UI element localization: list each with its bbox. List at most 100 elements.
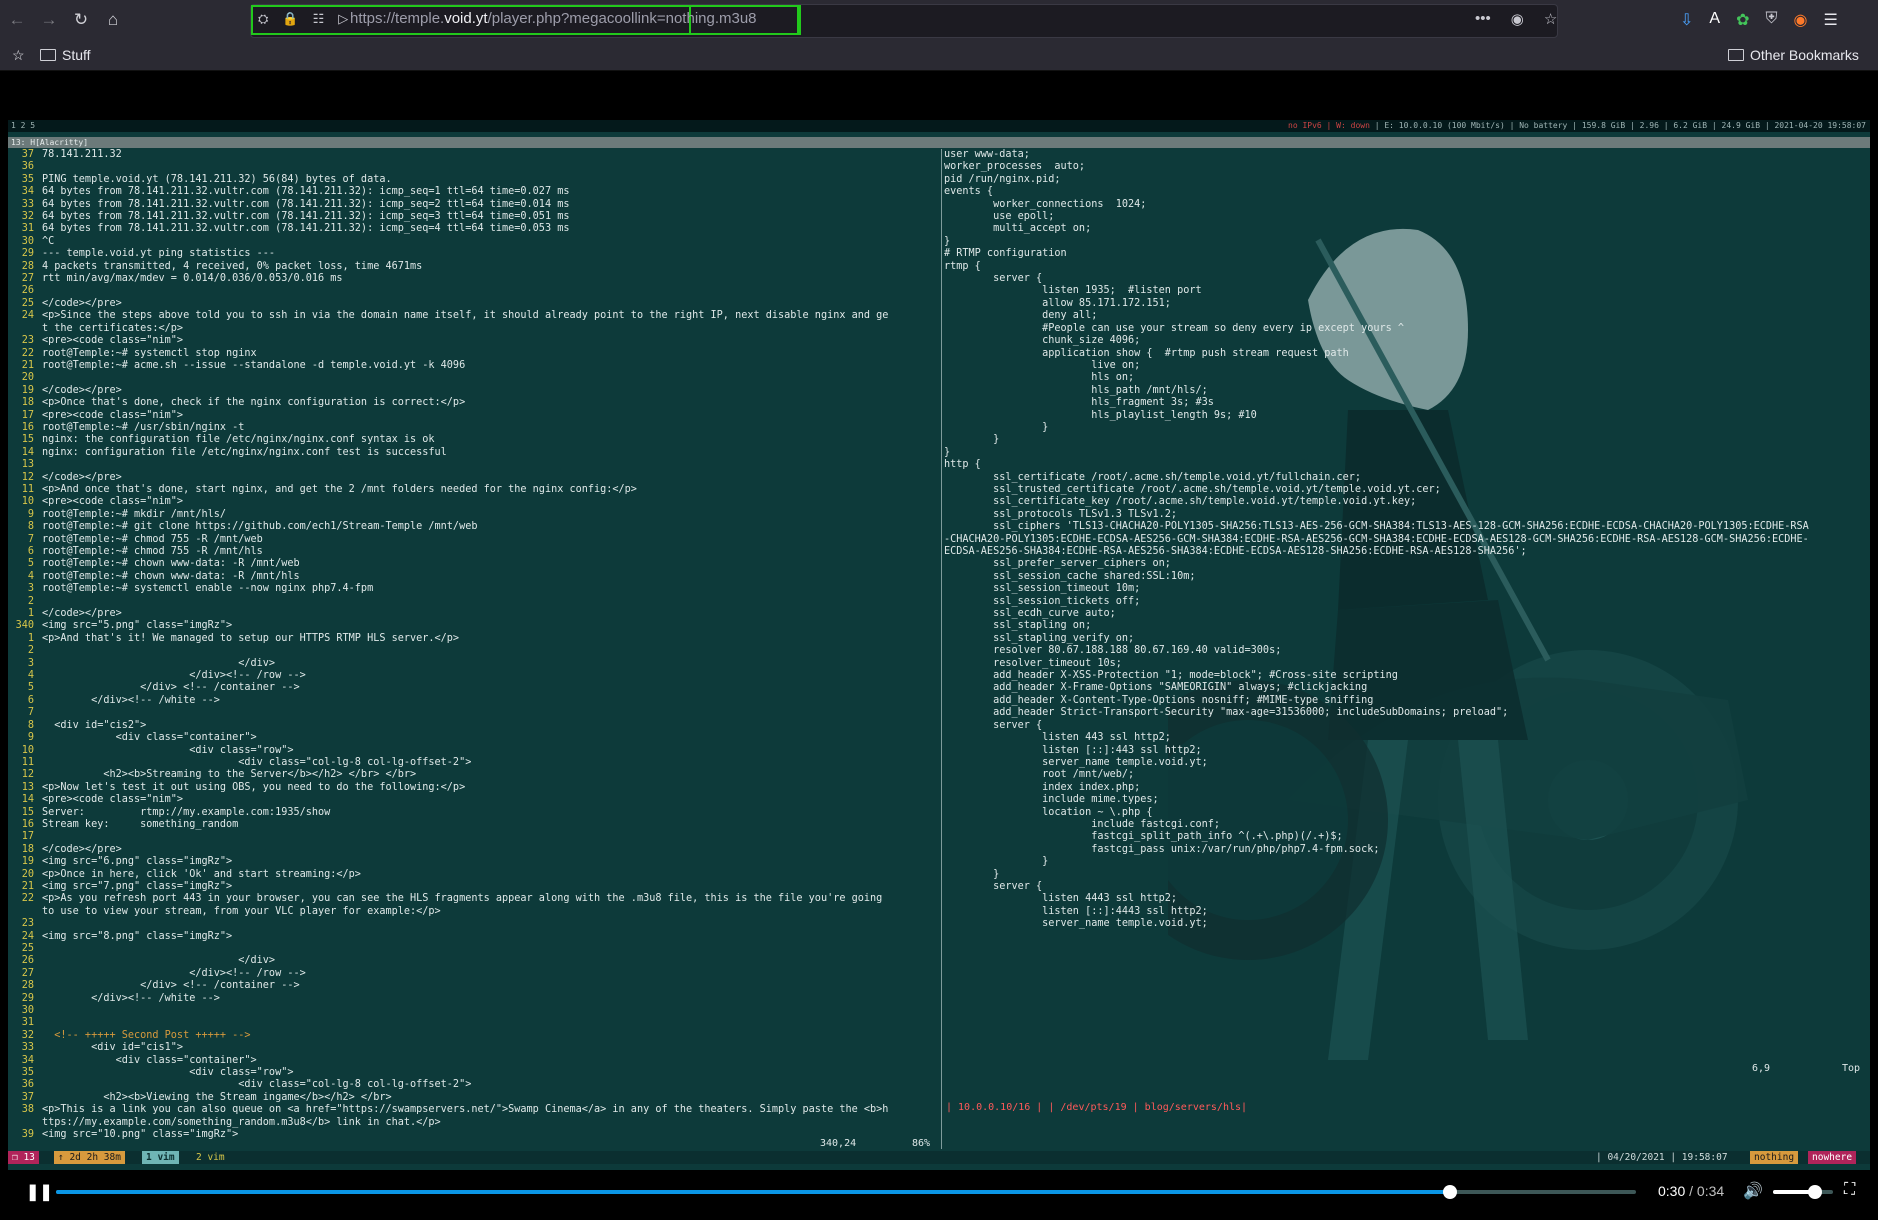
vim-right-pane[interactable]: user www-data; worker_processes auto; pid …: [944, 149, 1870, 1149]
line-number: 18: [21, 843, 34, 855]
line-number: 30: [21, 235, 34, 247]
firefox-extension-icon[interactable]: ◉: [1794, 10, 1808, 30]
editor-line: t the certificates:</p>: [8, 323, 940, 335]
workspace-list[interactable]: 1 2 5: [11, 120, 35, 132]
editor-line: 39 <img src="10.png" class="imgRz">: [8, 1129, 940, 1141]
bookmark-star-icon[interactable]: ☆: [1544, 10, 1557, 28]
line-number: 27: [21, 273, 34, 285]
home-icon[interactable]: ⌂: [98, 5, 128, 35]
editor-line: deny all;: [944, 310, 1098, 322]
editor-line: ttps://my.example.com/something_random.m…: [8, 1117, 940, 1129]
vim-left-pane[interactable]: 37 78.141.211.32 36 35 PING temple.void.yt (…: [8, 149, 940, 1149]
forward-icon[interactable]: →: [34, 5, 64, 35]
line-number: 16: [21, 421, 34, 433]
seek-bar-fill: [56, 1190, 1451, 1194]
back-icon[interactable]: ←: [2, 5, 32, 35]
line-number: 30: [21, 1005, 34, 1017]
pause-button[interactable]: ❚❚: [26, 1182, 53, 1202]
editor-line: }: [944, 856, 1049, 868]
line-text: </div><!-- /white -->: [42, 694, 220, 706]
line-text: <pre><code class="nim">: [42, 335, 184, 347]
editor-line: 35 PING temple.void.yt (78.141.211.32) 56…: [8, 174, 940, 186]
volume-handle[interactable]: [1808, 1185, 1822, 1199]
editor-line: 28 4 packets transmitted, 4 received, 0% …: [8, 261, 940, 273]
editor-line: listen 443 ssl http2;: [944, 732, 1171, 744]
line-text: rtt min/avg/max/mdev = 0.014/0.036/0.053…: [42, 273, 343, 285]
bookmark-manage-icon[interactable]: ☆: [12, 47, 25, 64]
more-actions-button[interactable]: •••: [1475, 10, 1491, 28]
editor-line: ECDSA-AES256-SHA384:ECDHE-RSA-AES256-SHA…: [944, 546, 1527, 557]
line-text: <img src="8.png" class="imgRz">: [42, 930, 233, 942]
line-number: 3: [27, 583, 34, 595]
line-number: 11: [21, 756, 34, 768]
url-text[interactable]: https://temple.void.yt/player.php?megaco…: [350, 10, 757, 27]
fullscreen-icon[interactable]: ⛶: [1844, 1181, 1855, 1199]
line-text: <p>And once that's done, start nginx, an…: [42, 483, 637, 495]
autoplay-blocked-icon[interactable]: ▷: [338, 11, 348, 27]
url-actions: ••• ◉ ☆: [1475, 10, 1557, 28]
line-number: 10: [21, 496, 34, 508]
editor-line: location ~ \.php {: [944, 806, 1153, 818]
line-number: 2: [27, 595, 34, 607]
line-text: root@Temple:~# systemctl stop nginx: [42, 347, 257, 359]
editor-line: rtmp {: [944, 260, 981, 272]
tmux-uptime: ↑ 2d 2h 38m: [54, 1151, 125, 1164]
line-number: 28: [21, 260, 34, 272]
editor-line: 4 </div><!-- /row -->: [8, 670, 940, 682]
editor-line: }: [944, 868, 1000, 880]
editor-line: 36: [8, 161, 940, 173]
editor-line: 29 --- temple.void.yt ping statistics ---: [8, 248, 940, 260]
volume-icon[interactable]: 🔊: [1743, 1181, 1763, 1201]
shield-icon[interactable]: ⛭: [258, 11, 268, 27]
editor-line: 27 </div><!-- /row -->: [8, 968, 940, 980]
line-number: 34: [21, 186, 34, 198]
editor-line: 22 root@Temple:~# systemctl stop nginx: [8, 348, 940, 360]
volume-slider[interactable]: [1773, 1185, 1833, 1199]
tmux-datetime: | 04/20/2021 | 19:58:07: [1596, 1152, 1728, 1163]
url-path: /player.php?megacoollink=: [487, 10, 666, 27]
reader-font-icon[interactable]: A: [1709, 10, 1720, 30]
tmux-window-2[interactable]: 2 vim: [192, 1151, 229, 1164]
editor-line: }: [944, 434, 1000, 446]
editor-line: worker_connections 1024;: [944, 198, 1147, 210]
line-number: 340: [15, 620, 34, 632]
tmux-status-bar: ❒ 13 ↑ 2d 2h 38m 1 vim 2 vim | 04/20/202…: [8, 1151, 1870, 1164]
bookmark-folder-stuff[interactable]: Stuff: [40, 47, 91, 63]
download-icon[interactable]: ⇩: [1680, 10, 1693, 30]
line-number: 11: [21, 483, 34, 495]
reload-icon[interactable]: ↻: [66, 5, 96, 35]
line-text: 64 bytes from 78.141.211.32.vultr.com (7…: [42, 186, 570, 198]
line-text: <pre><code class="nim">: [42, 496, 184, 508]
extension-green-icon[interactable]: ✿: [1736, 10, 1749, 30]
seek-handle[interactable]: [1443, 1185, 1458, 1199]
editor-line: 34 <div class="container">: [8, 1055, 940, 1067]
line-text: <p>Since the steps above told you to ssh…: [42, 310, 889, 322]
tmux-window-1[interactable]: 1 vim: [142, 1151, 179, 1164]
lock-icon[interactable]: 🔒: [282, 11, 298, 27]
editor-line: 30 ^C: [8, 236, 940, 248]
editor-line: 28 </div> <!-- /container -->: [8, 980, 940, 992]
editor-line: 23: [8, 918, 940, 930]
editor-line: hls_playlist_length 9s; #10: [944, 409, 1257, 421]
duration: 0:34: [1696, 1183, 1725, 1199]
pocket-icon[interactable]: ◉: [1511, 10, 1524, 28]
ublock-icon[interactable]: ⛨: [1765, 10, 1777, 30]
editor-line: listen [::]:4443 ssl http2;: [944, 905, 1208, 917]
editor-line: root /mnt/web/;: [944, 769, 1135, 781]
bookmark-folder-label: Stuff: [62, 47, 91, 63]
seek-bar[interactable]: [56, 1185, 1636, 1199]
other-bookmarks[interactable]: Other Bookmarks: [1728, 47, 1859, 63]
editor-line: 30: [8, 1005, 940, 1017]
menu-icon[interactable]: ☰: [1823, 10, 1837, 30]
right-shell-statusline: | 10.0.0.10/16 | | /dev/pts/19 | blog/se…: [946, 1102, 1248, 1113]
line-number: 7: [27, 533, 34, 545]
line-text: root@Temple:~# acme.sh --issue --standal…: [42, 359, 466, 371]
line-number: 22: [21, 893, 34, 905]
line-number: 13: [21, 781, 34, 793]
editor-line: hls on;: [944, 372, 1135, 384]
permissions-icon[interactable]: ☷: [313, 11, 325, 27]
line-number: 5: [27, 682, 34, 694]
editor-line: 20: [8, 372, 940, 384]
line-number: 33: [21, 198, 34, 210]
line-number: 1: [27, 632, 34, 644]
